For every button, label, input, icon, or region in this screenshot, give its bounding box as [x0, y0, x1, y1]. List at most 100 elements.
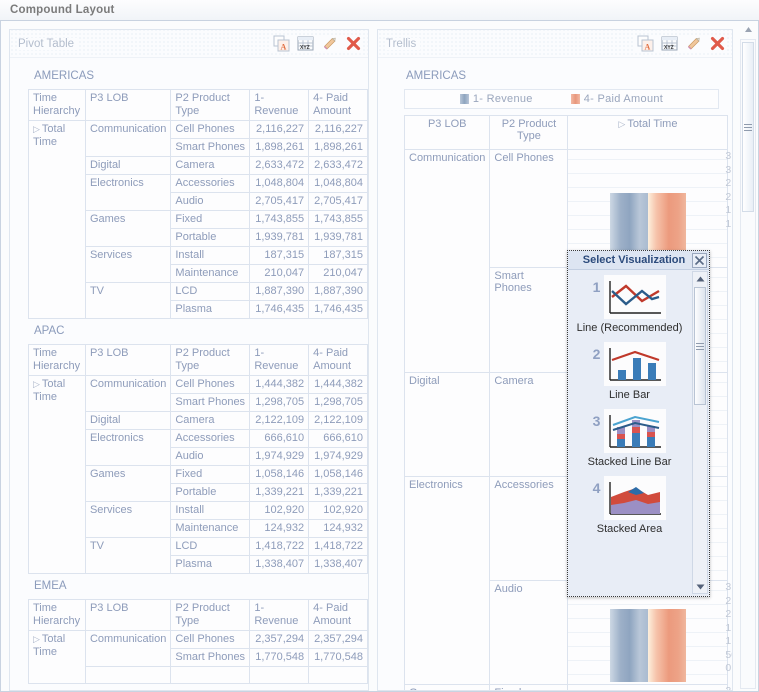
total-time-cell[interactable]: ▷ Total Time — [28, 375, 86, 574]
scrollbar-track[interactable] — [693, 285, 707, 580]
duplicate-icon[interactable]: A — [637, 35, 654, 52]
product-cell[interactable] — [170, 666, 251, 684]
trellis-product-cell[interactable]: Smart Phones — [489, 267, 569, 373]
trellis-lob-cell[interactable]: Electronics — [403, 476, 491, 685]
trellis-lob-cell[interactable]: Digital — [403, 372, 491, 477]
col-revenue[interactable]: 1- Revenue — [249, 344, 310, 376]
product-cell[interactable]: Install — [170, 501, 251, 520]
col-paid-amount[interactable]: 4- Paid Amount — [308, 599, 368, 631]
lob-cell[interactable]: TV — [84, 282, 172, 319]
viz-option-line[interactable]: 1 Line (Recommended) — [568, 275, 691, 334]
product-cell[interactable]: Maintenance — [170, 264, 251, 283]
col-revenue[interactable]: 1- Revenue — [249, 89, 310, 121]
total-time-cell[interactable]: ▷ Total Time — [28, 630, 86, 684]
legend-item-revenue[interactable]: 1- Revenue — [459, 93, 533, 105]
lob-cell[interactable]: Communication — [84, 630, 172, 667]
product-cell[interactable]: Audio — [170, 447, 251, 466]
product-cell[interactable]: Smart Phones — [170, 393, 251, 412]
product-cell[interactable]: Audio — [170, 192, 251, 211]
trellis-col-p3-lob[interactable]: P3 LOB — [403, 115, 491, 150]
delete-x-icon[interactable] — [345, 35, 362, 52]
trellis-product-cell[interactable]: Cell Phones — [489, 149, 569, 268]
duplicate-icon[interactable]: A — [273, 35, 290, 52]
scroll-up-arrow-icon[interactable] — [693, 272, 707, 285]
stacked-area-chart-thumb[interactable] — [604, 476, 667, 520]
scroll-up-arrow-icon[interactable] — [740, 21, 756, 37]
trellis-chart-cell[interactable]: 3,500K — [567, 684, 732, 690]
trellis-product-cell[interactable]: Camera — [489, 372, 569, 477]
col-revenue[interactable]: 1- Revenue — [249, 599, 310, 631]
lob-cell[interactable]: Communication — [84, 375, 172, 412]
product-cell[interactable]: Camera — [170, 156, 251, 175]
lob-cell[interactable]: TV — [84, 537, 172, 574]
lob-cell[interactable]: Digital — [84, 411, 172, 430]
lob-cell[interactable]: Communication — [84, 120, 172, 157]
select-visualization-dialog[interactable]: Select Visualization 1 Line (Recommended… — [567, 250, 710, 597]
delete-x-icon[interactable] — [709, 35, 726, 52]
product-cell[interactable]: Fixed — [170, 210, 251, 229]
product-cell[interactable]: Smart Phones — [170, 648, 251, 667]
expand-triangle-icon[interactable]: ▷ — [33, 379, 40, 389]
col-time-hierarchy[interactable]: Time Hierarchy — [28, 89, 86, 121]
lob-cell[interactable]: Digital — [84, 156, 172, 175]
stacked-line-bar-chart-thumb[interactable] — [604, 409, 667, 453]
col-paid-amount[interactable]: 4- Paid Amount — [308, 344, 368, 376]
trellis-lob-cell[interactable]: Communication — [403, 149, 491, 373]
lob-cell[interactable]: Electronics — [84, 429, 172, 466]
scroll-down-arrow-icon[interactable] — [693, 580, 707, 593]
product-cell[interactable]: Cell Phones — [170, 630, 251, 649]
trellis-product-cell[interactable]: Fixed — [489, 684, 569, 690]
col-p3-lob[interactable]: P3 LOB — [84, 599, 172, 631]
lob-cell[interactable]: Electronics — [84, 174, 172, 211]
main-vertical-scrollbar[interactable] — [740, 21, 756, 691]
product-cell[interactable]: Portable — [170, 228, 251, 247]
col-p3-lob[interactable]: P3 LOB — [84, 344, 172, 376]
lob-cell[interactable]: Games — [84, 465, 172, 502]
scrollbar-thumb[interactable] — [694, 287, 706, 405]
edit-pencil-icon[interactable] — [321, 35, 338, 52]
product-cell[interactable]: LCD — [170, 537, 251, 556]
total-time-cell[interactable]: ▷ Total Time — [28, 120, 86, 319]
dialog-scrollbar[interactable] — [692, 271, 708, 594]
col-p3-lob[interactable]: P3 LOB — [84, 89, 172, 121]
viz-option-line-bar[interactable]: 2 Line Bar — [568, 342, 691, 401]
line-bar-chart-thumb[interactable] — [604, 342, 667, 386]
dialog-options-list[interactable]: 1 Line (Recommended) 2 Line Bar 3 Stacke… — [568, 271, 691, 596]
lob-cell[interactable] — [84, 666, 172, 684]
product-cell[interactable]: Maintenance — [170, 519, 251, 538]
product-cell[interactable]: LCD — [170, 282, 251, 301]
scrollbar-thumb[interactable] — [742, 42, 754, 212]
expand-triangle-icon[interactable]: ▷ — [33, 124, 40, 134]
col-p2-product-type[interactable]: P2 Product Type — [170, 599, 251, 631]
product-cell[interactable]: Plasma — [170, 300, 251, 319]
trellis-col-total-time[interactable]: ▷ Total Time — [567, 115, 729, 150]
col-p2-product-type[interactable]: P2 Product Type — [170, 344, 251, 376]
edit-pencil-icon[interactable] — [685, 35, 702, 52]
trellis-lob-cell[interactable]: Games — [403, 684, 491, 690]
product-cell[interactable]: Cell Phones — [170, 120, 251, 139]
product-cell[interactable]: Camera — [170, 411, 251, 430]
scrollbar-track[interactable] — [740, 39, 756, 689]
expand-triangle-icon[interactable]: ▷ — [618, 119, 625, 129]
product-cell[interactable]: Plasma — [170, 555, 251, 574]
legend-item-paid[interactable]: 4- Paid Amount — [570, 93, 663, 105]
col-p2-product-type[interactable]: P2 Product Type — [170, 89, 251, 121]
table-properties-icon[interactable]: XYZ — [661, 35, 678, 52]
product-cell[interactable]: Accessories — [170, 429, 251, 448]
lob-cell[interactable]: Games — [84, 210, 172, 247]
product-cell[interactable]: Install — [170, 246, 251, 265]
col-time-hierarchy[interactable]: Time Hierarchy — [28, 599, 86, 631]
product-cell[interactable]: Smart Phones — [170, 138, 251, 157]
expand-triangle-icon[interactable]: ▷ — [33, 634, 40, 644]
product-cell[interactable]: Portable — [170, 483, 251, 502]
product-cell[interactable]: Fixed — [170, 465, 251, 484]
product-cell[interactable]: Cell Phones — [170, 375, 251, 394]
viz-option-stacked-area[interactable]: 4 Stacked Area — [568, 476, 691, 535]
line-chart-thumb[interactable] — [604, 275, 667, 319]
product-cell[interactable]: Accessories — [170, 174, 251, 193]
table-properties-icon[interactable]: XYZ — [297, 35, 314, 52]
lob-cell[interactable]: Services — [84, 501, 172, 538]
trellis-product-cell[interactable]: Audio — [489, 580, 569, 685]
col-time-hierarchy[interactable]: Time Hierarchy — [28, 344, 86, 376]
viz-option-stacked-line-bar[interactable]: 3 Stacked Line Bar — [568, 409, 691, 468]
